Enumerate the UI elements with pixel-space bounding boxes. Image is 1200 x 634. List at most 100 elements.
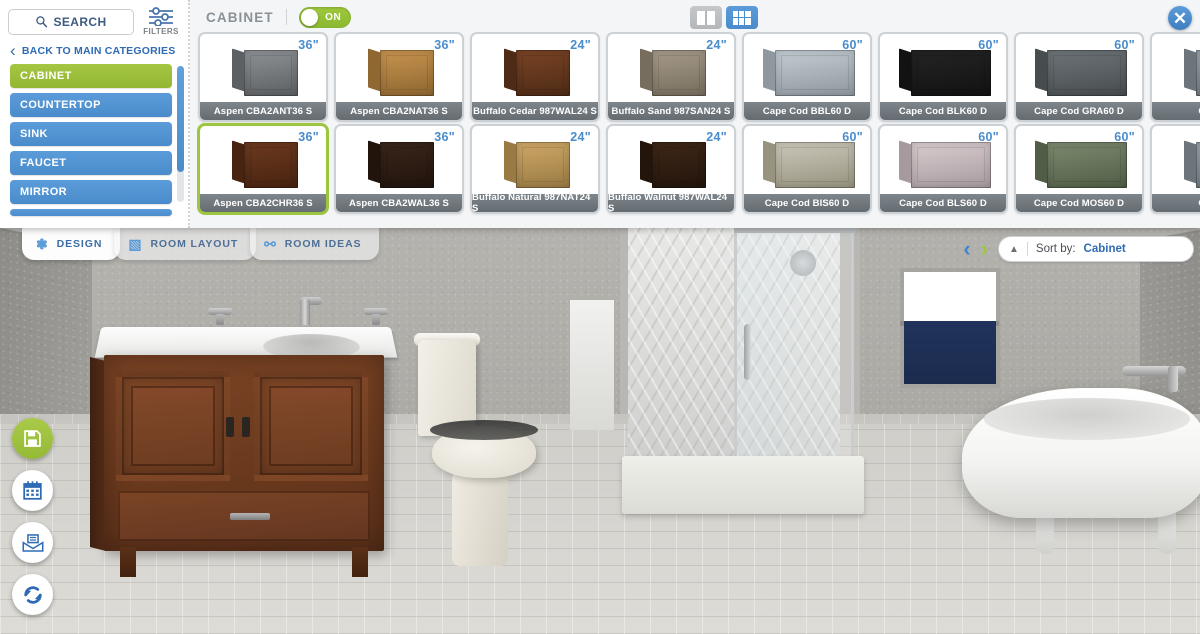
view-mode-toggles [690, 6, 758, 29]
bathtub-3d[interactable] [962, 366, 1200, 588]
tab-label: DESIGN [56, 238, 103, 250]
product-name-label: Cape Cod MOS60 D [1016, 194, 1142, 212]
shower-3d[interactable] [616, 228, 868, 518]
sort-label: Sort by: [1035, 243, 1076, 255]
previous-page-button[interactable]: ‹ [963, 238, 970, 260]
grid-view-button[interactable] [726, 6, 758, 29]
close-panel-button[interactable]: ✕ [1168, 6, 1192, 30]
design-tool-app: SEARCH FILTERS ‹ BACK TO MAIN CATEGORIES… [0, 0, 1200, 634]
search-button[interactable]: SEARCH [8, 8, 134, 35]
faucet-handle-right [364, 308, 388, 325]
sort-by-select[interactable]: ▲ Sort by: Cabinet [998, 236, 1194, 262]
category-scrollbar[interactable] [177, 66, 184, 202]
save-icon [24, 430, 41, 447]
product-browser-panel: SEARCH FILTERS ‹ BACK TO MAIN CATEGORIES… [0, 0, 1200, 228]
product-thumbnail [200, 135, 326, 195]
tab-label: ROOM IDEAS [284, 238, 362, 250]
product-tile[interactable]: 60" Cape Cod BLK60 D [878, 32, 1008, 122]
vanity-cabinet-3d[interactable] [90, 297, 398, 577]
product-thumbnail [1152, 43, 1200, 103]
product-thumbnail [1152, 135, 1200, 195]
reset-view-button[interactable] [12, 574, 53, 615]
back-label: BACK TO MAIN CATEGORIES [21, 45, 176, 57]
category-label: COUNTERTOP [20, 99, 101, 111]
product-tile[interactable]: Cape C [1150, 124, 1200, 214]
product-thumbnail [472, 43, 598, 103]
schedule-appointment-button[interactable] [12, 470, 53, 511]
product-name-label: Cape Cod BLK60 D [880, 102, 1006, 120]
grid-view-icon [733, 10, 751, 25]
product-tile[interactable]: 36" Aspen CBA2CHR36 S [198, 124, 328, 214]
toggle-knob [300, 8, 318, 26]
product-tile[interactable]: 36" Aspen CBA2NAT36 S [334, 32, 464, 122]
save-design-button[interactable] [12, 418, 53, 459]
product-tile[interactable]: 60" Cape Cod BBL60 D [742, 32, 872, 122]
cabinet-visibility-toggle[interactable]: ON [298, 6, 351, 28]
vanity-body [104, 355, 384, 577]
product-tile[interactable]: 24" Buffalo Natural 987NAT24 S [470, 124, 600, 214]
product-tile[interactable]: 60" Cape Cod BLS60 D [878, 124, 1008, 214]
product-thumbnail [336, 135, 462, 195]
product-tile[interactable]: 36" Aspen CBA2WAL36 S [334, 124, 464, 214]
category-label: FAUCET [20, 157, 67, 169]
shower-door-handle [744, 324, 751, 380]
product-thumbnail [880, 135, 1006, 195]
action-button-column [12, 418, 53, 615]
product-name-label: Cape Cod BLS60 D [880, 194, 1006, 212]
product-tile[interactable]: 24" Buffalo Cedar 987WAL24 S [470, 32, 600, 122]
product-thumbnail [744, 43, 870, 103]
single-column-view-icon [697, 10, 715, 25]
product-thumbnail [744, 135, 870, 195]
panel-title: CABINET [206, 9, 274, 25]
sidebar-item-countertop[interactable]: COUNTERTOP [10, 93, 172, 117]
product-name-label: Cape C [1152, 194, 1200, 212]
product-tile[interactable]: 60" Cape Cod BIS60 D [742, 124, 872, 214]
tab-room-ideas[interactable]: ⚯ ROOM IDEAS [250, 228, 380, 260]
category-label: SINK [20, 128, 48, 140]
sidebar-item-next-partial[interactable] [10, 209, 172, 216]
product-thumbnail [1016, 135, 1142, 195]
towel-bar [570, 300, 614, 430]
single-column-view-button[interactable] [690, 6, 722, 29]
toilet-3d[interactable] [408, 333, 538, 572]
email-design-button[interactable] [12, 522, 53, 563]
product-thumbnail [336, 43, 462, 103]
tab-room-layout[interactable]: ▧ ROOM LAYOUT [114, 228, 257, 260]
search-label: SEARCH [53, 14, 107, 29]
window [900, 268, 1000, 388]
tab-design[interactable]: ❃ DESIGN [22, 228, 121, 260]
product-tile[interactable]: 60" Cape Cod MOS60 D [1014, 124, 1144, 214]
product-row-2: 36" Aspen CBA2CHR36 S 36" Aspen CBA2WAL36 S… [190, 122, 1200, 214]
category-scroll-thumb[interactable] [177, 66, 184, 172]
product-thumbnail [200, 43, 326, 103]
product-name-label: Buffalo Walnut 987WAL24 S [608, 192, 734, 212]
product-tile[interactable]: 60" Cape Cod GRA60 D [1014, 32, 1144, 122]
sidebar-item-mirror[interactable]: MIRROR [10, 180, 172, 204]
product-thumbnail [1016, 43, 1142, 103]
product-name-label: Aspen CBA2ANT36 S [200, 102, 326, 120]
countertop[interactable] [94, 327, 398, 360]
product-name-label: Cape C [1152, 102, 1200, 120]
category-sidebar: SEARCH FILTERS ‹ BACK TO MAIN CATEGORIES… [0, 0, 190, 228]
sidebar-item-cabinet[interactable]: CABINET [10, 64, 172, 88]
product-tile[interactable]: 36" Aspen CBA2ANT36 S [198, 32, 328, 122]
filters-button[interactable]: FILTERS [140, 7, 182, 36]
product-tile[interactable]: 24" Buffalo Sand 987SAN24 S [606, 32, 736, 122]
product-tile[interactable]: Cape C [1150, 32, 1200, 122]
sidebar-item-faucet[interactable]: FAUCET [10, 151, 172, 175]
product-thumbnail [608, 43, 734, 103]
chevron-up-icon: ▲ [1009, 243, 1019, 255]
lightbulb-icon: ⚯ [264, 236, 277, 252]
sort-bar: ‹ › ▲ Sort by: Cabinet [963, 236, 1194, 262]
product-row-1: 36" Aspen CBA2ANT36 S 36" Aspen CBA2NAT36 S… [190, 30, 1200, 122]
product-name-label: Aspen CBA2NAT36 S [336, 102, 462, 120]
product-grid: 36" Aspen CBA2ANT36 S 36" Aspen CBA2NAT36 S… [190, 30, 1200, 214]
product-tile[interactable]: 24" Buffalo Walnut 987WAL24 S [606, 124, 736, 214]
product-thumbnail [880, 43, 1006, 103]
next-page-button[interactable]: › [981, 238, 988, 260]
back-to-main-categories-button[interactable]: ‹ BACK TO MAIN CATEGORIES [0, 36, 188, 64]
sidebar-item-sink[interactable]: SINK [10, 122, 172, 146]
chevron-left-icon: ‹ [10, 41, 16, 60]
product-name-label: Aspen CBA2WAL36 S [336, 194, 462, 212]
product-name-label: Cape Cod BIS60 D [744, 194, 870, 212]
